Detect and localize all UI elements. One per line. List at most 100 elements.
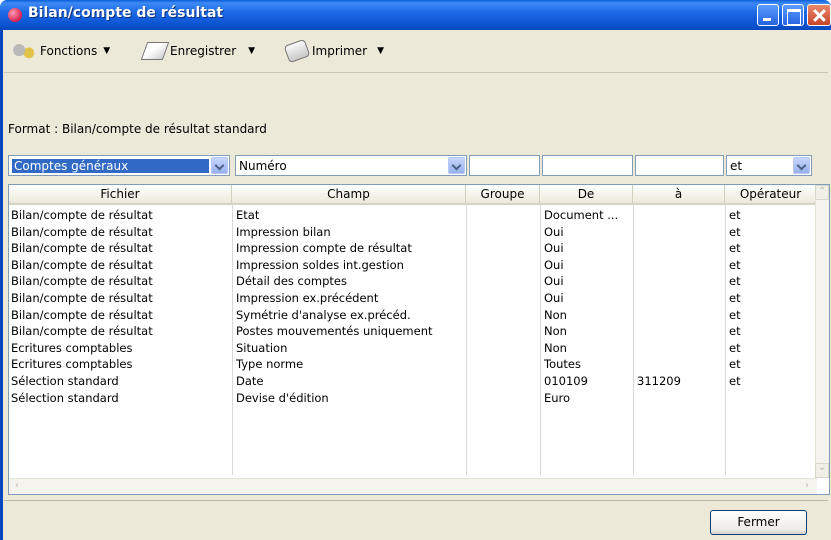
cell-champ: Détail des comptes <box>236 274 347 289</box>
toolbar-divider <box>4 72 828 73</box>
scroll-up-button[interactable]: ⌃ <box>815 185 829 200</box>
cell-operateur: et <box>729 340 741 355</box>
table-row[interactable]: Sélection standard Date 010109 311209 et <box>9 373 819 389</box>
column-header-operateur[interactable]: Opérateur <box>725 185 817 203</box>
cell-operateur: et <box>729 374 741 388</box>
table-row[interactable]: Bilan/compte de résultat Impression bilan… <box>9 224 819 240</box>
cell-operateur: et <box>729 224 741 239</box>
scroll-down-button[interactable]: ⌄ <box>815 462 829 478</box>
close-button[interactable] <box>807 4 831 26</box>
save-icon <box>140 42 170 60</box>
chevron-down-icon: ⌄ <box>818 462 827 473</box>
table-row[interactable]: Ecritures comptables Type norme Toutes et <box>9 356 819 372</box>
cell-de: Toutes <box>544 357 581 372</box>
operateur-select-value: et <box>730 158 743 173</box>
cell-operateur: et <box>729 324 741 339</box>
chevron-down-icon[interactable] <box>793 157 810 174</box>
horizontal-scrollbar[interactable]: ‹ › <box>9 478 817 494</box>
cell-operateur: et <box>729 257 741 272</box>
table-row[interactable]: Bilan/compte de résultat Impression ex.pr… <box>9 290 819 306</box>
column-header-fichier[interactable]: Fichier <box>9 185 232 203</box>
cell-groupe <box>468 257 538 273</box>
cell-operateur: et <box>729 241 741 256</box>
cell-operateur: et <box>729 357 741 372</box>
footer-divider <box>4 500 828 501</box>
cell-operateur: et <box>729 307 741 322</box>
fichier-select-value: Comptes généraux <box>12 158 209 173</box>
imprimer-menu[interactable]: Imprimer ▼ <box>283 37 385 65</box>
a-input[interactable] <box>635 155 724 176</box>
cell-fichier: Bilan/compte de résultat <box>11 274 153 289</box>
champ-select[interactable]: Numéro <box>235 155 467 176</box>
fonctions-label: Fonctions <box>40 44 98 58</box>
enregistrer-menu[interactable]: Enregistrer ▼ <box>140 37 255 65</box>
cell-de: Euro <box>544 390 571 405</box>
cell-groupe <box>468 307 538 323</box>
gears-icon <box>12 42 36 60</box>
cell-fichier: Sélection standard <box>11 374 119 388</box>
table-row[interactable]: Bilan/compte de résultat Impression compt… <box>9 240 819 256</box>
table-row[interactable]: Bilan/compte de résultat Impression solde… <box>9 257 819 273</box>
table-header: Fichier Champ Groupe De à Opérateur <box>9 185 829 205</box>
cell-a <box>635 207 723 223</box>
chevron-left-icon[interactable]: ‹ <box>15 480 19 491</box>
cell-fichier: Sélection standard <box>11 390 119 405</box>
fonctions-menu[interactable]: Fonctions ▼ <box>12 37 110 65</box>
cell-de: Oui <box>544 241 564 256</box>
cell-a <box>635 290 723 306</box>
cell-de: Document ... <box>544 208 619 222</box>
fermer-button[interactable]: Fermer <box>710 510 807 535</box>
cell-groupe <box>468 240 538 256</box>
cell-groupe <box>468 373 538 389</box>
cell-operateur: et <box>729 274 741 289</box>
table-row[interactable]: Bilan/compte de résultat Détail des compt… <box>9 273 819 289</box>
cell-champ: Impression ex.précédent <box>236 291 379 305</box>
cell-de: 010109 <box>544 374 588 388</box>
operateur-select[interactable]: et <box>726 155 812 176</box>
cell-fichier: Ecritures comptables <box>11 357 133 372</box>
chevron-down-icon[interactable] <box>211 157 228 174</box>
title-bar: Bilan/compte de résultat <box>0 0 831 30</box>
vertical-scrollbar[interactable]: ⌃ ⌄ <box>815 185 829 478</box>
cell-champ: Devise d'édition <box>236 390 329 405</box>
chevron-down-icon[interactable] <box>448 157 465 174</box>
cell-groupe <box>468 224 538 240</box>
column-header-groupe[interactable]: Groupe <box>466 185 540 203</box>
cell-a <box>635 257 723 273</box>
fichier-select[interactable]: Comptes généraux <box>8 155 230 176</box>
cell-groupe <box>468 356 538 372</box>
table-row[interactable]: Ecritures comptables Situation Non et <box>9 340 819 356</box>
column-header-de[interactable]: De <box>540 185 633 203</box>
cell-a <box>635 323 723 339</box>
de-input[interactable] <box>542 155 633 176</box>
champ-select-value: Numéro <box>239 158 287 173</box>
cell-a <box>635 224 723 240</box>
cell-a <box>635 356 723 372</box>
groupe-input[interactable] <box>469 155 540 176</box>
criteria-table: Fichier Champ Groupe De à Opérateur Bila… <box>8 184 830 495</box>
cell-operateur <box>727 390 815 406</box>
table-row[interactable]: Bilan/compte de résultat Etat Document ...… <box>9 207 819 223</box>
cell-champ: Date <box>236 374 264 388</box>
maximize-button[interactable] <box>782 4 804 26</box>
cell-de: Oui <box>544 257 564 272</box>
print-icon <box>283 38 311 64</box>
cell-a <box>635 240 723 256</box>
cell-de: Non <box>544 307 567 322</box>
chevron-down-icon: ▼ <box>377 46 385 56</box>
imprimer-label: Imprimer <box>312 44 368 58</box>
chevron-up-icon: ⌃ <box>818 186 827 197</box>
chevron-right-icon[interactable]: › <box>805 480 809 491</box>
table-row[interactable]: Bilan/compte de résultat Symétrie d'analy… <box>9 307 819 323</box>
cell-champ: Type norme <box>236 357 304 372</box>
minimize-button[interactable] <box>757 4 779 26</box>
cell-fichier: Bilan/compte de résultat <box>11 208 153 222</box>
cell-operateur: et <box>729 291 741 305</box>
table-row[interactable]: Bilan/compte de résultat Postes mouvement… <box>9 323 819 339</box>
table-row[interactable]: Sélection standard Devise d'édition Euro <box>9 390 819 406</box>
column-header-a[interactable]: à <box>633 185 725 203</box>
cell-champ: Impression soldes int.gestion <box>236 257 404 272</box>
column-header-champ[interactable]: Champ <box>232 185 466 203</box>
cell-champ: Impression bilan <box>236 224 331 239</box>
cell-champ: Symétrie d'analyse ex.précéd. <box>236 307 411 322</box>
